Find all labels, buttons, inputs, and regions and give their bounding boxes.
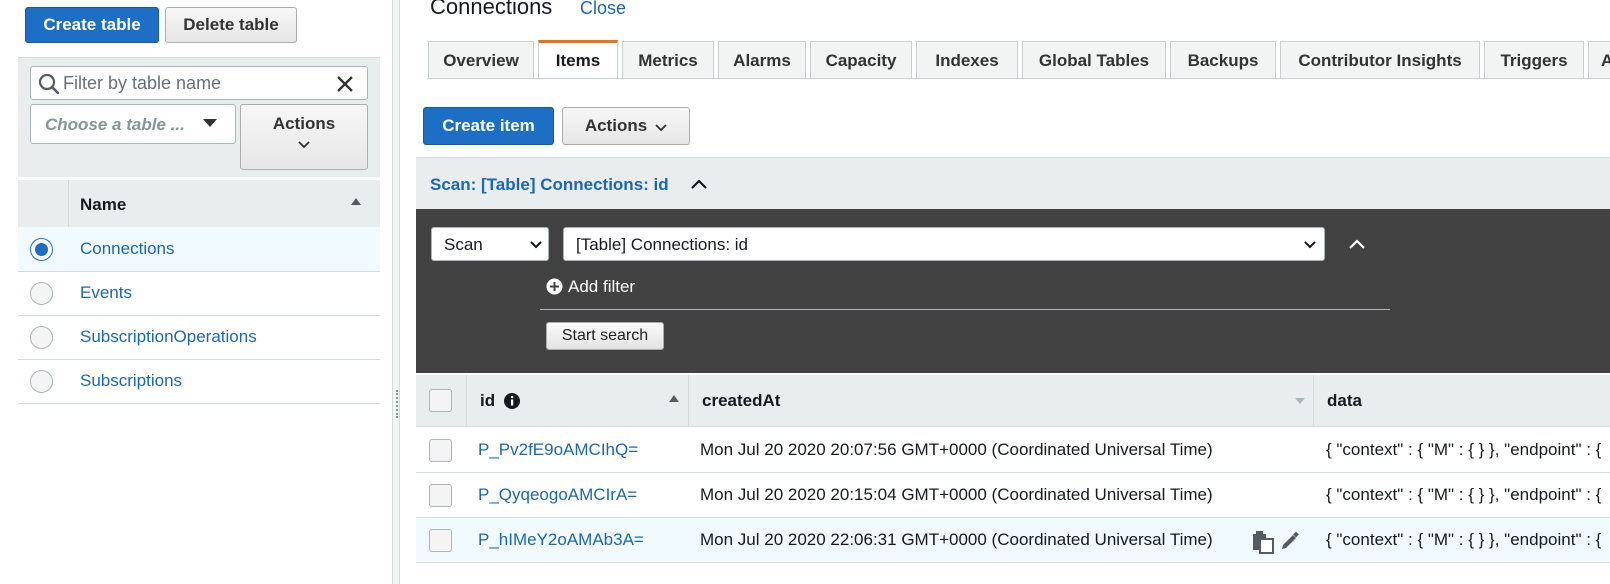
item-id-link[interactable]: P_hIMeY2oAMAb3A= (478, 530, 644, 550)
tab-more[interactable]: A (1588, 41, 1610, 79)
info-icon[interactable] (503, 392, 521, 410)
search-icon (38, 73, 60, 95)
data-column-header[interactable]: data (1327, 391, 1362, 411)
item-actions-label: Actions (584, 116, 648, 135)
table-radio[interactable] (30, 282, 53, 305)
table-list-panel: Create table Delete table Filter by tabl… (0, 0, 392, 584)
tab-contributor-insights[interactable]: Contributor Insights (1280, 41, 1480, 79)
table-actions-label: Actions (272, 114, 336, 133)
table-row[interactable]: P_hIMeY2oAMAb3A= Mon Jul 20 2020 22:06:3… (416, 518, 1610, 563)
scan-mode-value: Scan (444, 235, 483, 254)
delete-table-button[interactable]: Delete table (165, 7, 297, 43)
table-list-item[interactable]: SubscriptionOperations (18, 315, 380, 360)
scan-header-label[interactable]: Scan: [Table] Connections: id (430, 175, 669, 195)
item-id-link[interactable]: P_Pv2fE9oAMCIhQ= (478, 440, 638, 460)
tab-backups[interactable]: Backups (1170, 41, 1276, 79)
created-at-cell: Mon Jul 20 2020 22:06:31 GMT+0000 (Coord… (700, 530, 1213, 549)
table-list-item[interactable]: Subscriptions (18, 359, 380, 404)
panel-splitter[interactable] (392, 0, 400, 584)
chevron-down-icon (655, 123, 667, 131)
tab-overview[interactable]: Overview (428, 41, 534, 79)
table-filter-input[interactable]: Filter by table name (30, 66, 368, 100)
copy-icon[interactable] (1251, 530, 1275, 554)
filter-divider (540, 309, 1390, 310)
tab-alarms[interactable]: Alarms (718, 41, 806, 79)
table-row[interactable]: P_Pv2fE9oAMCIhQ= Mon Jul 20 2020 20:07:5… (416, 428, 1610, 473)
table-row[interactable]: P_QyqeogoAMCIrA= Mon Jul 20 2020 20:15:0… (416, 473, 1610, 518)
tabs-divider (428, 78, 1610, 79)
table-filter-bar: Filter by table name Choose a table ... … (18, 57, 380, 177)
add-filter-label: Add filter (568, 277, 636, 296)
id-column-header[interactable]: id (480, 391, 495, 411)
tab-capacity[interactable]: Capacity (810, 41, 912, 79)
sort-asc-icon[interactable] (669, 395, 679, 402)
scan-section-header[interactable]: Scan: [Table] Connections: id (416, 157, 1610, 209)
created-at-cell: Mon Jul 20 2020 20:07:56 GMT+0000 (Coord… (700, 440, 1213, 459)
table-link[interactable]: Connections (80, 239, 175, 259)
tab-triggers[interactable]: Triggers (1484, 41, 1584, 79)
close-link[interactable]: Close (580, 0, 626, 19)
item-actions-button[interactable]: Actions (562, 107, 690, 145)
page-title: Connections (430, 0, 553, 19)
row-checkbox[interactable] (429, 484, 452, 507)
row-checkbox[interactable] (429, 529, 452, 552)
edit-pencil-icon[interactable] (1280, 531, 1300, 551)
data-cell: { "context" : { "M" : { } }, "endpoint" … (1326, 485, 1602, 504)
scan-mode-select[interactable]: Scan (431, 227, 549, 261)
collapse-chevron-icon[interactable] (690, 178, 708, 190)
tab-global-tables[interactable]: Global Tables (1022, 41, 1166, 79)
tab-metrics[interactable]: Metrics (622, 41, 714, 79)
choose-table-placeholder: Choose a table ... (45, 115, 185, 134)
table-radio[interactable] (30, 326, 53, 349)
data-cell: { "context" : { "M" : { } }, "endpoint" … (1326, 530, 1602, 549)
plus-circle-icon (546, 278, 563, 295)
table-radio[interactable] (30, 238, 53, 261)
choose-table-select[interactable]: Choose a table ... (30, 104, 236, 144)
scan-target-value: [Table] Connections: id (576, 235, 748, 254)
table-filter-placeholder: Filter by table name (63, 73, 222, 93)
tab-items[interactable]: Items (538, 40, 618, 79)
tab-indexes[interactable]: Indexes (916, 41, 1018, 79)
row-checkbox[interactable] (429, 439, 452, 462)
start-search-button[interactable]: Start search (546, 322, 664, 350)
collapse-chevron-icon[interactable] (1348, 238, 1366, 250)
sort-desc-icon[interactable] (1295, 398, 1305, 404)
table-list-item[interactable]: Connections (18, 227, 380, 272)
chevron-down-icon (530, 241, 542, 249)
create-table-button[interactable]: Create table (25, 7, 159, 43)
table-link[interactable]: Subscriptions (80, 371, 182, 391)
item-id-link[interactable]: P_QyqeogoAMCIrA= (478, 485, 637, 505)
created-at-cell: Mon Jul 20 2020 20:15:04 GMT+0000 (Coord… (700, 485, 1213, 504)
results-header: id createdAt data (416, 375, 1610, 427)
select-all-checkbox[interactable] (429, 389, 452, 412)
data-cell: { "context" : { "M" : { } }, "endpoint" … (1326, 440, 1602, 459)
createdat-column-header[interactable]: createdAt (702, 391, 780, 411)
table-link[interactable]: SubscriptionOperations (80, 327, 257, 347)
sort-asc-icon[interactable] (351, 198, 361, 205)
add-filter-button[interactable]: Add filter (546, 277, 635, 297)
table-actions-button[interactable]: Actions (240, 104, 368, 170)
table-list-item[interactable]: Events (18, 271, 380, 316)
name-column-header[interactable]: Name (80, 195, 126, 215)
table-list-header: Name (18, 180, 380, 232)
scan-target-select[interactable]: [Table] Connections: id (563, 227, 1325, 261)
table-link[interactable]: Events (80, 283, 132, 303)
table-radio[interactable] (30, 370, 53, 393)
clear-filter-icon[interactable] (335, 74, 355, 94)
chevron-down-icon (1304, 241, 1316, 249)
chevron-down-icon (298, 141, 310, 149)
create-item-button[interactable]: Create item (423, 107, 554, 145)
splitter-grip-icon[interactable] (396, 390, 398, 418)
caret-down-icon (203, 119, 217, 127)
